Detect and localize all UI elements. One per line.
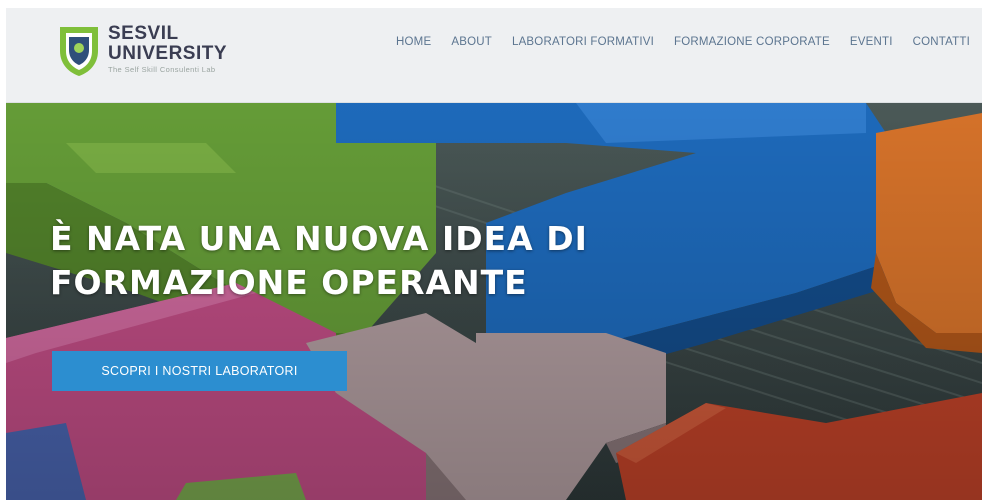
nav-item-about[interactable]: ABOUT xyxy=(451,36,492,54)
page: SESVIL UNIVERSITY The Self Skill Consule… xyxy=(6,8,982,500)
nav-item-home[interactable]: HOME xyxy=(396,36,431,54)
brand-tagline: The Self Skill Consulenti Lab xyxy=(108,65,216,74)
discover-labs-button[interactable]: SCOPRI I NOSTRI LABORATORI xyxy=(52,351,347,391)
nav-item-laboratori-formativi[interactable]: LABORATORI FORMATIVI xyxy=(512,36,654,54)
hero-title-line1: È NATA UNA NUOVA IDEA DI xyxy=(50,219,588,258)
main-navigation: HOME ABOUT LABORATORI FORMATIVI FORMAZIO… xyxy=(396,36,970,54)
nav-item-eventi[interactable]: EVENTI xyxy=(850,36,893,54)
hero-banner: È NATA UNA NUOVA IDEA DI FORMAZIONE OPER… xyxy=(6,103,982,500)
university-shield-icon xyxy=(60,27,98,76)
brand-name-line1: SESVIL xyxy=(108,23,179,44)
hero-title-line2: FORMAZIONE OPERANTE xyxy=(50,263,528,302)
nav-item-formazione-corporate[interactable]: FORMAZIONE CORPORATE xyxy=(674,36,830,54)
hero-title: È NATA UNA NUOVA IDEA DI FORMAZIONE OPER… xyxy=(50,217,588,305)
nav-item-contatti[interactable]: CONTATTI xyxy=(913,36,970,54)
brand-name-line2: UNIVERSITY xyxy=(108,43,228,64)
site-logo[interactable]: SESVIL UNIVERSITY The Self Skill Consule… xyxy=(56,21,256,87)
site-header: SESVIL UNIVERSITY The Self Skill Consule… xyxy=(6,8,982,103)
